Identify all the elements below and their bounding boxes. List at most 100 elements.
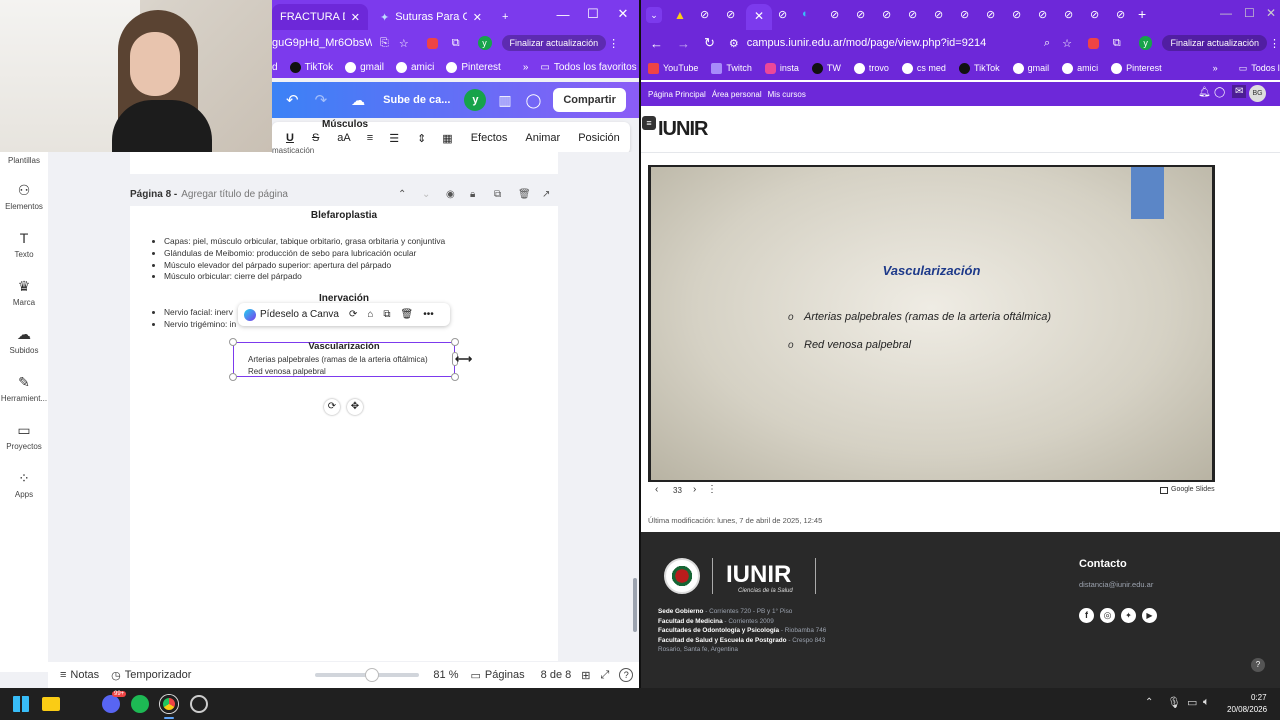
fullscreen-icon[interactable]: ⤢	[600, 669, 609, 682]
sidebar-item-subidos[interactable]: ☁ Subidos	[0, 326, 48, 355]
chrome-icon[interactable]	[160, 695, 178, 713]
edge-tab-icon[interactable]: ◐	[802, 8, 809, 20]
bookmark-amici[interactable]: amici	[1062, 62, 1098, 74]
translate-icon[interactable]: ⎘	[380, 37, 389, 50]
move-handle-icon[interactable]: ✥	[347, 399, 363, 415]
chevron-down-icon[interactable]: ⌄	[422, 189, 430, 200]
tab-icon[interactable]: ⊘	[726, 8, 735, 21]
bookmark-pinterest[interactable]: Pinterest	[1111, 62, 1162, 74]
sidebar-item-texto[interactable]: T Texto	[0, 230, 48, 259]
facebook-icon[interactable]: f	[1079, 608, 1094, 623]
all-bookmarks[interactable]: ▭Todos los favoritos	[540, 62, 636, 73]
trash-icon[interactable]: 🗑︎	[401, 309, 414, 320]
align-icon[interactable]: ≡	[367, 132, 373, 144]
more-bookmarks-icon[interactable]: »	[523, 62, 529, 73]
comment-icon[interactable]: ◯	[526, 92, 542, 109]
sidebar-item-elementos[interactable]: ⚇ Elementos	[0, 182, 48, 211]
grid-view-icon[interactable]: ⊞	[581, 669, 590, 682]
bookmark-youtube[interactable]: YouTube	[648, 62, 698, 74]
volume-icon[interactable]: 🔈︎	[1203, 696, 1210, 709]
tab-icon[interactable]: ⊘	[856, 8, 865, 21]
bookmark-tiktok[interactable]: TikTok	[289, 61, 333, 73]
bookmark-d[interactable]: d	[272, 62, 278, 73]
site-info-icon[interactable]: ⚙	[729, 37, 739, 50]
page-title[interactable]: Blefaroplastia	[130, 210, 558, 221]
back-icon[interactable]: ←	[650, 36, 663, 51]
share-button[interactable]: Compartir	[553, 88, 626, 112]
next-slide-icon[interactable]: ›	[693, 484, 696, 495]
slides-provider[interactable]: Google Slides	[1171, 486, 1215, 493]
lock-icon[interactable]: 🔒︎	[470, 189, 475, 200]
twitter-icon[interactable]: ✦	[1121, 608, 1136, 623]
ask-canva-button[interactable]: Pídeselo a Canva	[260, 309, 339, 320]
active-tab-close-icon[interactable]: ✕	[746, 4, 772, 30]
youtube-icon[interactable]: ▶	[1142, 608, 1157, 623]
redo-icon[interactable]: ↷	[315, 91, 328, 109]
zoom-level[interactable]: 81 %	[433, 669, 458, 681]
campus-logo[interactable]: ≡ IUNIR	[642, 116, 708, 141]
help-icon[interactable]: ?	[619, 668, 634, 682]
eye-icon[interactable]: ◉	[446, 189, 455, 200]
bookmark-insta[interactable]: insta	[764, 62, 799, 74]
tab-icon[interactable]: ⊘	[830, 8, 839, 21]
page-bullet-list[interactable]: Capas: piel, músculo orbicular, tabique …	[164, 236, 544, 283]
tray-chevron-icon[interactable]: ⌃	[1145, 697, 1153, 708]
effects-button[interactable]: Efectos	[471, 132, 508, 144]
profile-avatar[interactable]: y	[1138, 36, 1153, 50]
app-icon[interactable]	[190, 695, 208, 713]
file-explorer-icon[interactable]	[42, 697, 60, 711]
transparency-icon[interactable]: ▦	[442, 132, 452, 145]
profile-avatar[interactable]: y	[477, 36, 492, 50]
tab-icon[interactable]: ⊘	[1012, 8, 1021, 21]
bookmark-pinterest[interactable]: Pinterest	[446, 61, 501, 73]
tab-list-icon[interactable]: ⌄	[646, 7, 662, 23]
tab-suturas[interactable]: ✦ Suturas Para Cada ✕	[372, 4, 490, 30]
star-icon[interactable]: ☆	[1062, 37, 1072, 50]
tab-icon[interactable]: ⊘	[882, 8, 891, 21]
timer-button[interactable]: Temporizador	[125, 669, 192, 681]
animate-button[interactable]: Animar	[525, 132, 560, 144]
slide[interactable]	[651, 167, 1212, 480]
strikethrough-icon[interactable]: S	[312, 132, 319, 144]
url-input[interactable]: campus.iunir.edu.ar/mod/page/view.php?id…	[747, 37, 1032, 49]
help-icon[interactable]: ?	[1251, 658, 1265, 672]
tab-icon[interactable]: ⊘	[1116, 8, 1125, 21]
tab-icon[interactable]: ⊘	[1064, 8, 1073, 21]
tab-icon[interactable]: ⊘	[908, 8, 917, 21]
trash-icon[interactable]: 🗑︎	[518, 189, 531, 200]
duplicate-icon[interactable]: ⧉	[494, 189, 501, 200]
minimize-button[interactable]: —	[548, 0, 578, 28]
maximize-button[interactable]: ☐	[578, 0, 608, 28]
star-icon[interactable]: ☆	[399, 37, 409, 50]
display-icon[interactable]: ▭	[1187, 696, 1197, 709]
insights-icon[interactable]: ▥	[498, 92, 511, 109]
mail-icon[interactable]: ✉	[1232, 85, 1247, 98]
close-icon[interactable]: ✕	[473, 11, 482, 24]
zoom-icon[interactable]: ⌕	[1044, 37, 1050, 50]
spacing-icon[interactable]: ⇕	[417, 132, 426, 145]
resize-handle-bl[interactable]	[229, 373, 237, 381]
microphone-icon[interactable]: 🎙︎	[1167, 696, 1181, 709]
new-tab-button[interactable]: +	[1138, 6, 1146, 22]
menu-icon[interactable]: ⋮	[608, 37, 619, 50]
share-page-icon[interactable]: ↗	[542, 189, 550, 200]
bookmark-twitch[interactable]: Twitch	[711, 62, 752, 74]
menu-icon[interactable]: ⋮	[1269, 37, 1280, 50]
drive-tab-icon[interactable]: ▲	[674, 8, 686, 22]
tab-icon[interactable]: ⊘	[934, 8, 943, 21]
bookmark-amici[interactable]: amici	[396, 61, 434, 73]
all-bookmarks[interactable]: ▭Todos los favoritos	[1239, 63, 1280, 74]
tab-icon[interactable]: ⊘	[1090, 8, 1099, 21]
timer-icon[interactable]: ◷	[111, 669, 121, 682]
puzzle-icon[interactable]: ⧉	[1113, 37, 1121, 50]
collaborator-avatar[interactable]: y	[464, 89, 487, 111]
bookmark-tw[interactable]: TW	[811, 62, 841, 74]
lock-icon[interactable]: ⌂	[367, 309, 373, 320]
tab-icon[interactable]: ⊘	[960, 8, 969, 21]
update-button[interactable]: Finalizar actualización	[501, 35, 607, 51]
nav-home[interactable]: Página Principal	[648, 90, 706, 99]
undo-icon[interactable]: ↶	[286, 91, 299, 109]
sidebar-item-apps[interactable]: ⁘ Apps	[0, 470, 48, 499]
list-icon[interactable]: ☰	[389, 132, 399, 145]
slide-more-icon[interactable]: ⋮	[707, 484, 717, 495]
